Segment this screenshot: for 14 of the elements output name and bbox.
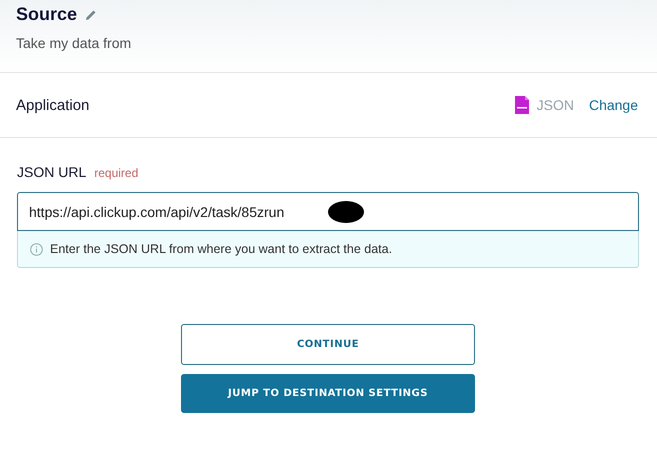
application-label: Application [16,96,90,114]
pencil-icon[interactable] [85,8,98,20]
application-name: JSON [536,97,574,113]
continue-button[interactable]: CONTINUE [181,324,475,365]
page-title: Source [16,4,78,25]
info-icon [30,242,43,256]
required-tag: required [94,166,138,180]
jump-button[interactable]: JUMP TO DESTINATION SETTINGS [181,374,475,413]
file-icon [514,96,529,114]
url-input-field[interactable]: https://api.clickup.com/api/v2/task/85zrun [17,192,639,231]
field-label: JSON URL [17,164,86,180]
page-subtitle: Take my data from [16,35,132,51]
change-link[interactable]: Change [588,97,638,113]
help-text: Enter the JSON URL from where you want to extract the data. [50,242,392,256]
